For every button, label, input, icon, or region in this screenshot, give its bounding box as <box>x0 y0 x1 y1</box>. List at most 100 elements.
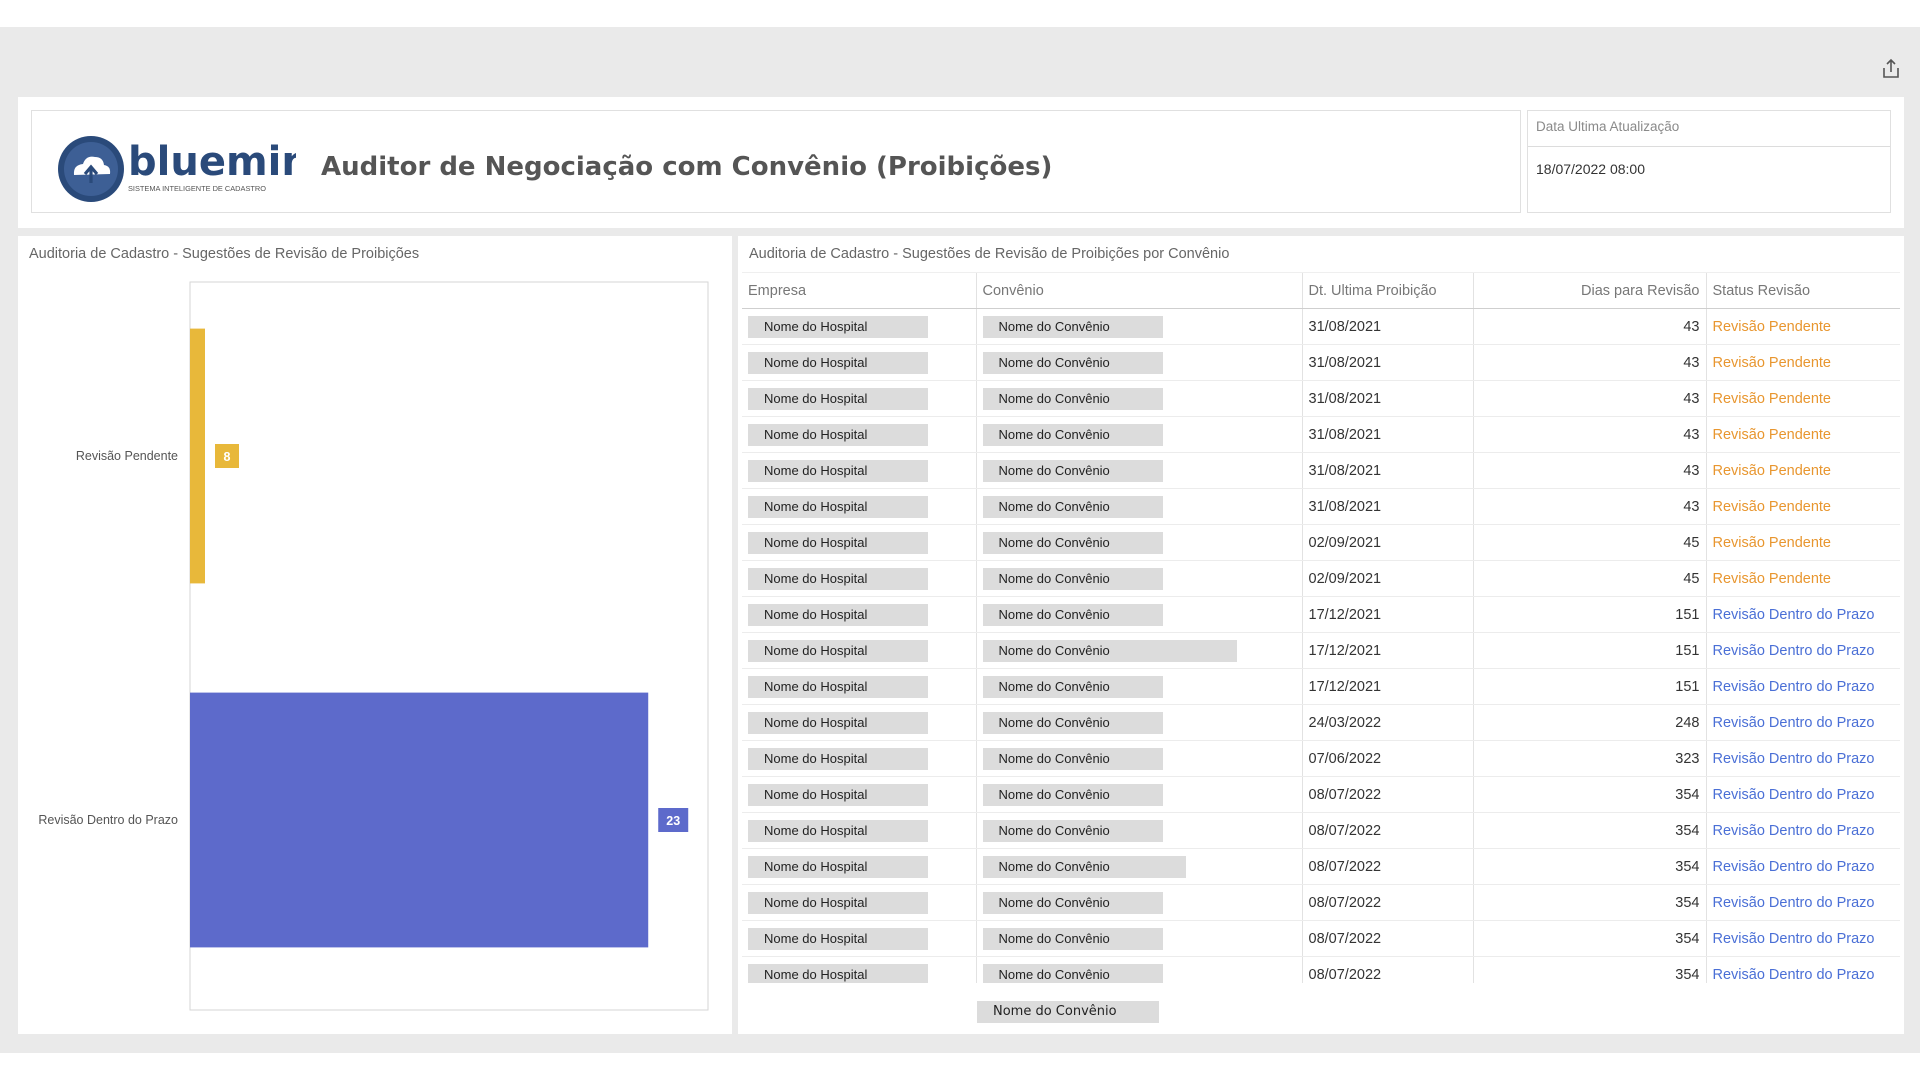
cell-empresa: Nome do Hospital <box>742 776 976 813</box>
convenio-pill: Nome do Convênio <box>982 819 1163 842</box>
empresa-pill: Nome do Hospital <box>748 495 928 518</box>
cell-status: Revisão Dentro do Prazo <box>1705 812 1900 849</box>
convenio-pill: Nome do Convênio <box>982 783 1163 806</box>
table-row[interactable]: Nome do Hospital Nome do Convênio 08/07/20… <box>742 848 1900 885</box>
category-label: Revisão Pendente <box>76 449 178 463</box>
cell-status: Revisão Pendente <box>1705 416 1900 453</box>
cell-data: 31/08/2021 <box>1301 308 1473 345</box>
cell-empresa: Nome do Hospital <box>742 560 976 597</box>
cell-convenio: Nome do Convênio <box>975 416 1302 453</box>
column-header-empresa[interactable]: Empresa <box>742 272 976 309</box>
cell-status: Revisão Dentro do Prazo <box>1705 632 1900 669</box>
table-row[interactable]: Nome do Hospital Nome do Convênio 31/08/20… <box>742 452 1900 489</box>
cell-data: 31/08/2021 <box>1301 452 1473 489</box>
cell-convenio: Nome do Convênio <box>975 596 1302 633</box>
convenio-pill: Nome do Convênio <box>982 495 1163 518</box>
cell-status: Revisão Dentro do Prazo <box>1705 740 1900 777</box>
cell-data: 02/09/2021 <box>1301 560 1473 597</box>
share-icon[interactable] <box>1880 58 1902 80</box>
table-row[interactable]: Nome do Hospital Nome do Convênio 08/07/20… <box>742 776 1900 813</box>
cell-status: Revisão Pendente <box>1705 308 1900 345</box>
table-row[interactable]: Nome do Hospital Nome do Convênio 08/07/20… <box>742 956 1900 983</box>
bottom-strip <box>0 1053 1920 1080</box>
cell-dias: 45 <box>1472 524 1706 561</box>
empresa-pill: Nome do Hospital <box>748 423 928 446</box>
cell-status: Revisão Pendente <box>1705 452 1900 489</box>
cell-empresa: Nome do Hospital <box>742 812 976 849</box>
cell-convenio: Nome do Convênio <box>975 668 1302 705</box>
cell-convenio: Nome do Convênio <box>975 308 1302 345</box>
cell-convenio: Nome do Convênio <box>975 560 1302 597</box>
cell-empresa: Nome do Hospital <box>742 956 976 983</box>
cell-data: 08/07/2022 <box>1301 920 1473 957</box>
cell-empresa: Nome do Hospital <box>742 452 976 489</box>
cell-dias: 151 <box>1472 596 1706 633</box>
cell-dias: 43 <box>1472 308 1706 345</box>
cell-empresa: Nome do Hospital <box>742 632 976 669</box>
header-card: bluemind SISTEMA INTELIGENTE DE CADASTRO… <box>18 97 1904 228</box>
table-row[interactable]: Nome do Hospital Nome do Convênio 31/08/20… <box>742 416 1900 453</box>
cell-dias: 151 <box>1472 668 1706 705</box>
cell-convenio: Nome do Convênio <box>975 380 1302 417</box>
cell-dias: 248 <box>1472 704 1706 741</box>
cell-data: 31/08/2021 <box>1301 380 1473 417</box>
column-header-convenio[interactable]: Convênio <box>975 272 1302 309</box>
table-row[interactable]: Nome do Hospital Nome do Convênio 02/09/20… <box>742 560 1900 597</box>
table-panel-title: Auditoria de Cadastro - Sugestões de Rev… <box>749 246 1230 262</box>
table-row[interactable]: Nome do Hospital Nome do Convênio 08/07/20… <box>742 884 1900 921</box>
cell-empresa: Nome do Hospital <box>742 596 976 633</box>
column-header-data[interactable]: Dt. Ultima Proibição <box>1301 272 1473 309</box>
cell-empresa: Nome do Hospital <box>742 668 976 705</box>
cell-dias: 354 <box>1472 920 1706 957</box>
convenio-pill: Nome do Convênio <box>982 639 1237 662</box>
cell-dias: 323 <box>1472 740 1706 777</box>
convenio-pill: Nome do Convênio <box>982 711 1163 734</box>
bar-revisao-dentro-do-prazo[interactable] <box>190 692 649 948</box>
convenio-pill: Nome do Convênio <box>982 531 1163 554</box>
column-header-status[interactable]: Status Revisão <box>1705 272 1900 309</box>
cell-convenio: Nome do Convênio <box>975 704 1302 741</box>
table-row[interactable]: Nome do Hospital Nome do Convênio 08/07/20… <box>742 812 1900 849</box>
table-row[interactable]: Nome do Hospital Nome do Convênio 17/12/20… <box>742 668 1900 705</box>
bar-revisao-pendente[interactable] <box>190 328 205 584</box>
convenio-pill: Nome do Convênio <box>982 675 1163 698</box>
table-row[interactable]: Nome do Hospital Nome do Convênio 17/12/20… <box>742 632 1900 669</box>
cell-status: Revisão Dentro do Prazo <box>1705 848 1900 885</box>
table-row[interactable]: Nome do Hospital Nome do Convênio 08/07/20… <box>742 920 1900 957</box>
cell-empresa: Nome do Hospital <box>742 524 976 561</box>
cell-convenio: Nome do Convênio <box>975 812 1302 849</box>
cell-dias: 151 <box>1472 632 1706 669</box>
cell-status: Revisão Dentro do Prazo <box>1705 668 1900 705</box>
cell-empresa: Nome do Hospital <box>742 344 976 381</box>
empresa-pill: Nome do Hospital <box>748 531 928 554</box>
cell-empresa: Nome do Hospital <box>742 380 976 417</box>
empresa-pill: Nome do Hospital <box>748 603 928 626</box>
status-bar-chart: Revisão Pendente 8 Revisão Dentro do Prazo… <box>38 281 709 1011</box>
cell-data: 31/08/2021 <box>1301 344 1473 381</box>
table-body: Nome do Hospital Nome do Convênio 31/08/20… <box>742 308 1900 983</box>
cell-status: Revisão Dentro do Prazo <box>1705 884 1900 921</box>
table-row[interactable]: Nome do Hospital Nome do Convênio 02/09/20… <box>742 524 1900 561</box>
cell-status: Revisão Dentro do Prazo <box>1705 596 1900 633</box>
table-row[interactable]: Nome do Hospital Nome do Convênio 31/08/20… <box>742 380 1900 417</box>
cell-dias: 43 <box>1472 488 1706 525</box>
cell-status: Revisão Pendente <box>1705 488 1900 525</box>
last-update-divider <box>1528 146 1890 147</box>
table-row[interactable]: Nome do Hospital Nome do Convênio 31/08/20… <box>742 344 1900 381</box>
table-row[interactable]: Nome do Hospital Nome do Convênio 31/08/20… <box>742 488 1900 525</box>
cell-data: 17/12/2021 <box>1301 668 1473 705</box>
column-header-dias[interactable]: Dias para Revisão <box>1472 272 1706 309</box>
cell-convenio: Nome do Convênio <box>975 344 1302 381</box>
table-scroll-area[interactable]: Empresa Convênio Dt. Ultima Proibição Di… <box>742 272 1900 983</box>
table-row[interactable]: Nome do Hospital Nome do Convênio 17/12/20… <box>742 596 1900 633</box>
empresa-pill: Nome do Hospital <box>748 639 928 662</box>
table-row[interactable]: Nome do Hospital Nome do Convênio 07/06/20… <box>742 740 1900 777</box>
cell-dias: 45 <box>1472 560 1706 597</box>
table-row[interactable]: Nome do Hospital Nome do Convênio 24/03/20… <box>742 704 1900 741</box>
table-row[interactable]: Nome do Hospital Nome do Convênio 31/08/20… <box>742 308 1900 345</box>
cell-empresa: Nome do Hospital <box>742 704 976 741</box>
cell-status: Revisão Dentro do Prazo <box>1705 704 1900 741</box>
cell-data: 08/07/2022 <box>1301 956 1473 983</box>
cell-dias: 43 <box>1472 344 1706 381</box>
logo-tagline: SISTEMA INTELIGENTE DE CADASTRO <box>128 184 266 193</box>
